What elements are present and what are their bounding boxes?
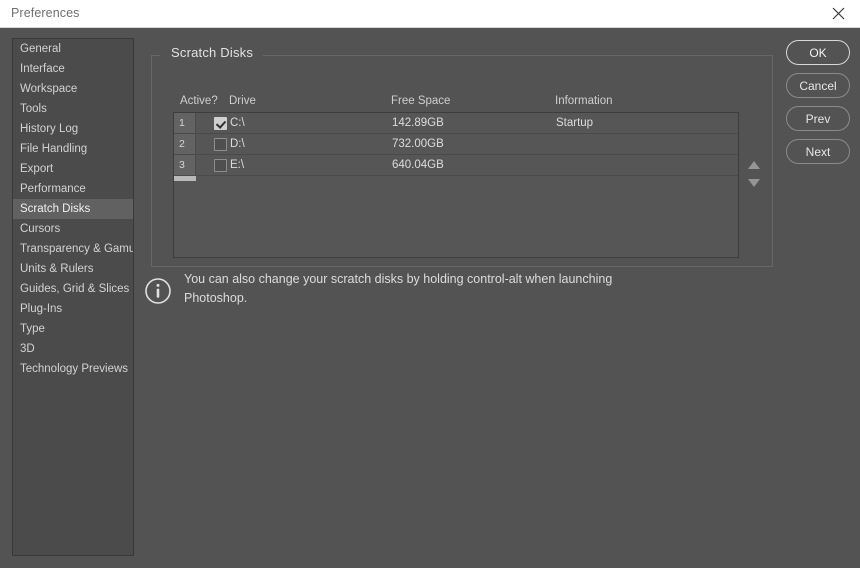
table-row[interactable]: 2 D:\ 732.00GB bbox=[174, 134, 738, 155]
dialog-buttons: OK Cancel Prev Next bbox=[786, 40, 850, 172]
table-row[interactable]: 3 E:\ 640.04GB bbox=[174, 155, 738, 176]
sidebar-item-label: File Handling bbox=[20, 143, 88, 155]
sidebar-item-history-log[interactable]: History Log bbox=[13, 119, 133, 139]
sidebar-item-label: Guides, Grid & Slices bbox=[20, 283, 130, 295]
row-number: 1 bbox=[174, 113, 196, 133]
close-button[interactable] bbox=[816, 0, 860, 27]
next-button[interactable]: Next bbox=[786, 139, 850, 164]
cell-drive: D:\ bbox=[230, 138, 245, 150]
sidebar-item-technology-previews[interactable]: Technology Previews bbox=[13, 359, 133, 379]
cell-drive: C:\ bbox=[230, 117, 245, 129]
row-gutter-filler bbox=[174, 176, 196, 181]
sidebar-item-transparency-gamut[interactable]: Transparency & Gamut bbox=[13, 239, 133, 259]
preferences-dialog-body: General Interface Workspace Tools History Lo… bbox=[0, 28, 860, 568]
info-circle-icon bbox=[144, 277, 172, 305]
preferences-category-list[interactable]: General Interface Workspace Tools History Lo… bbox=[12, 38, 134, 556]
active-checkbox[interactable] bbox=[213, 158, 227, 172]
sidebar-item-label: Units & Rulers bbox=[20, 263, 94, 275]
window-title: Preferences bbox=[11, 6, 80, 20]
button-label: OK bbox=[809, 45, 827, 60]
sidebar-item-label: General bbox=[20, 43, 61, 55]
column-header-free-space: Free Space bbox=[391, 95, 451, 107]
sidebar-item-label: Transparency & Gamut bbox=[20, 243, 134, 255]
group-border-top-right bbox=[263, 55, 773, 56]
sidebar-item-label: History Log bbox=[20, 123, 79, 135]
sidebar-item-label: Scratch Disks bbox=[20, 203, 91, 215]
sidebar-item-3d[interactable]: 3D bbox=[13, 339, 133, 359]
window-titlebar: Preferences bbox=[0, 0, 860, 28]
reorder-controls[interactable] bbox=[744, 156, 764, 198]
note-text: You can also change your scratch disks b… bbox=[184, 272, 613, 305]
sidebar-item-general[interactable]: General bbox=[13, 39, 133, 59]
column-header-information: Information bbox=[555, 95, 613, 107]
prev-button[interactable]: Prev bbox=[786, 106, 850, 131]
table-row[interactable]: 1 C:\ 142.89GB Startup bbox=[174, 113, 738, 134]
triangle-up-icon bbox=[748, 161, 760, 169]
active-checkbox[interactable] bbox=[213, 116, 227, 130]
sidebar-item-interface[interactable]: Interface bbox=[13, 59, 133, 79]
column-header-drive: Drive bbox=[229, 95, 256, 107]
sidebar-item-label: Plug-Ins bbox=[20, 303, 63, 315]
sidebar-item-label: Workspace bbox=[20, 83, 78, 95]
sidebar-item-label: Cursors bbox=[20, 223, 61, 235]
cell-drive: E:\ bbox=[230, 159, 245, 171]
sidebar-item-label: Interface bbox=[20, 63, 65, 75]
row-number: 2 bbox=[174, 134, 196, 154]
button-label: Prev bbox=[805, 111, 831, 126]
ok-button[interactable]: OK bbox=[786, 40, 850, 65]
button-label: Next bbox=[805, 144, 831, 159]
move-up-button[interactable] bbox=[744, 156, 764, 174]
sidebar-item-label: Type bbox=[20, 323, 45, 335]
cell-free-space: 732.00GB bbox=[392, 138, 444, 150]
sidebar-item-label: Technology Previews bbox=[20, 363, 129, 375]
move-down-button[interactable] bbox=[744, 174, 764, 192]
sidebar-item-units-rulers[interactable]: Units & Rulers bbox=[13, 259, 133, 279]
cell-information: Startup bbox=[556, 117, 594, 129]
cancel-button[interactable]: Cancel bbox=[786, 73, 850, 98]
sidebar-item-tools[interactable]: Tools bbox=[13, 99, 133, 119]
row-number: 3 bbox=[174, 155, 196, 175]
table-header-row: Active? Drive Free Space Information bbox=[151, 95, 773, 112]
active-checkbox[interactable] bbox=[213, 137, 227, 151]
sidebar-item-type[interactable]: Type bbox=[13, 319, 133, 339]
group-border-top-left bbox=[151, 55, 160, 56]
sidebar-item-workspace[interactable]: Workspace bbox=[13, 79, 133, 99]
close-icon bbox=[832, 7, 845, 20]
cell-free-space: 142.89GB bbox=[392, 117, 444, 129]
sidebar-item-export[interactable]: Export bbox=[13, 159, 133, 179]
column-header-active: Active? bbox=[180, 95, 218, 107]
sidebar-item-file-handling[interactable]: File Handling bbox=[13, 139, 133, 159]
button-label: Cancel bbox=[799, 78, 837, 93]
triangle-down-icon bbox=[748, 179, 760, 187]
cell-free-space: 640.04GB bbox=[392, 159, 444, 171]
sidebar-item-scratch-disks[interactable]: Scratch Disks bbox=[13, 199, 133, 219]
sidebar-item-performance[interactable]: Performance bbox=[13, 179, 133, 199]
group-title: Scratch Disks bbox=[171, 45, 254, 60]
sidebar-item-label: Export bbox=[20, 163, 54, 175]
sidebar-item-label: Performance bbox=[20, 183, 86, 195]
sidebar-item-guides-grid-slices[interactable]: Guides, Grid & Slices bbox=[13, 279, 133, 299]
scratch-disks-table[interactable]: 1 C:\ 142.89GB Startup 2 D:\ 732.00GB 3 E:\ 640.0… bbox=[173, 112, 739, 258]
sidebar-item-label: Tools bbox=[20, 103, 47, 115]
sidebar-item-plug-ins[interactable]: Plug-Ins bbox=[13, 299, 133, 319]
sidebar-item-label: 3D bbox=[20, 343, 35, 355]
sidebar-item-cursors[interactable]: Cursors bbox=[13, 219, 133, 239]
